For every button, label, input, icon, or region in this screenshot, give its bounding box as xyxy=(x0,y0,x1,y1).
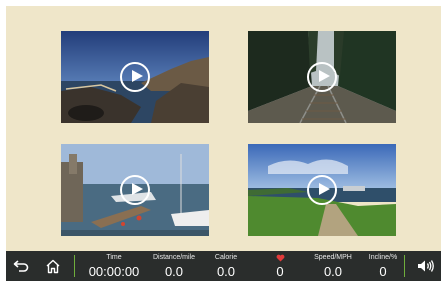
incline-value: 0 xyxy=(379,264,387,279)
time-label: Time xyxy=(106,254,122,261)
speed-value: 0.0 xyxy=(323,264,343,279)
home-icon xyxy=(46,259,60,273)
distance-stat: Distance/mile 0.0 xyxy=(146,251,202,281)
video-tile-marina[interactable] xyxy=(61,144,209,236)
heart-rate-value: 0 xyxy=(276,264,284,279)
back-arrow-icon xyxy=(13,260,29,272)
scenic-video-screen: Time 00:00:00 Distance/mile 0.0 Calorie … xyxy=(6,6,441,281)
volume-button[interactable] xyxy=(410,251,441,281)
time-value: 00:00:00 xyxy=(88,264,140,279)
video-tile-lakeside[interactable] xyxy=(248,144,396,236)
workout-status-bar: Time 00:00:00 Distance/mile 0.0 Calorie … xyxy=(6,251,441,281)
heart-rate-stat: 0 xyxy=(264,251,296,281)
speed-stat: Speed/MPH 0.0 xyxy=(302,251,364,281)
play-icon[interactable] xyxy=(307,175,337,205)
play-icon[interactable] xyxy=(120,175,150,205)
video-tile-forest-railway[interactable] xyxy=(248,31,396,123)
video-tile-rocky-coast[interactable] xyxy=(61,31,209,123)
speed-label: Speed/MPH xyxy=(314,254,352,261)
time-stat: Time 00:00:00 xyxy=(82,251,146,281)
volume-icon xyxy=(417,260,434,272)
distance-value: 0.0 xyxy=(164,264,184,279)
distance-label: Distance/mile xyxy=(152,254,195,261)
back-button[interactable] xyxy=(6,251,36,281)
separator xyxy=(74,255,75,277)
incline-stat: Incline/% 0 xyxy=(362,251,404,281)
play-icon[interactable] xyxy=(120,62,150,92)
home-button[interactable] xyxy=(38,251,68,281)
calorie-label: Calorie xyxy=(214,254,238,261)
heart-icon xyxy=(276,254,284,262)
separator xyxy=(404,255,405,277)
play-icon[interactable] xyxy=(307,62,337,92)
calorie-value: 0.0 xyxy=(216,264,236,279)
incline-label: Incline/% xyxy=(368,254,398,261)
calorie-stat: Calorie 0.0 xyxy=(202,251,250,281)
